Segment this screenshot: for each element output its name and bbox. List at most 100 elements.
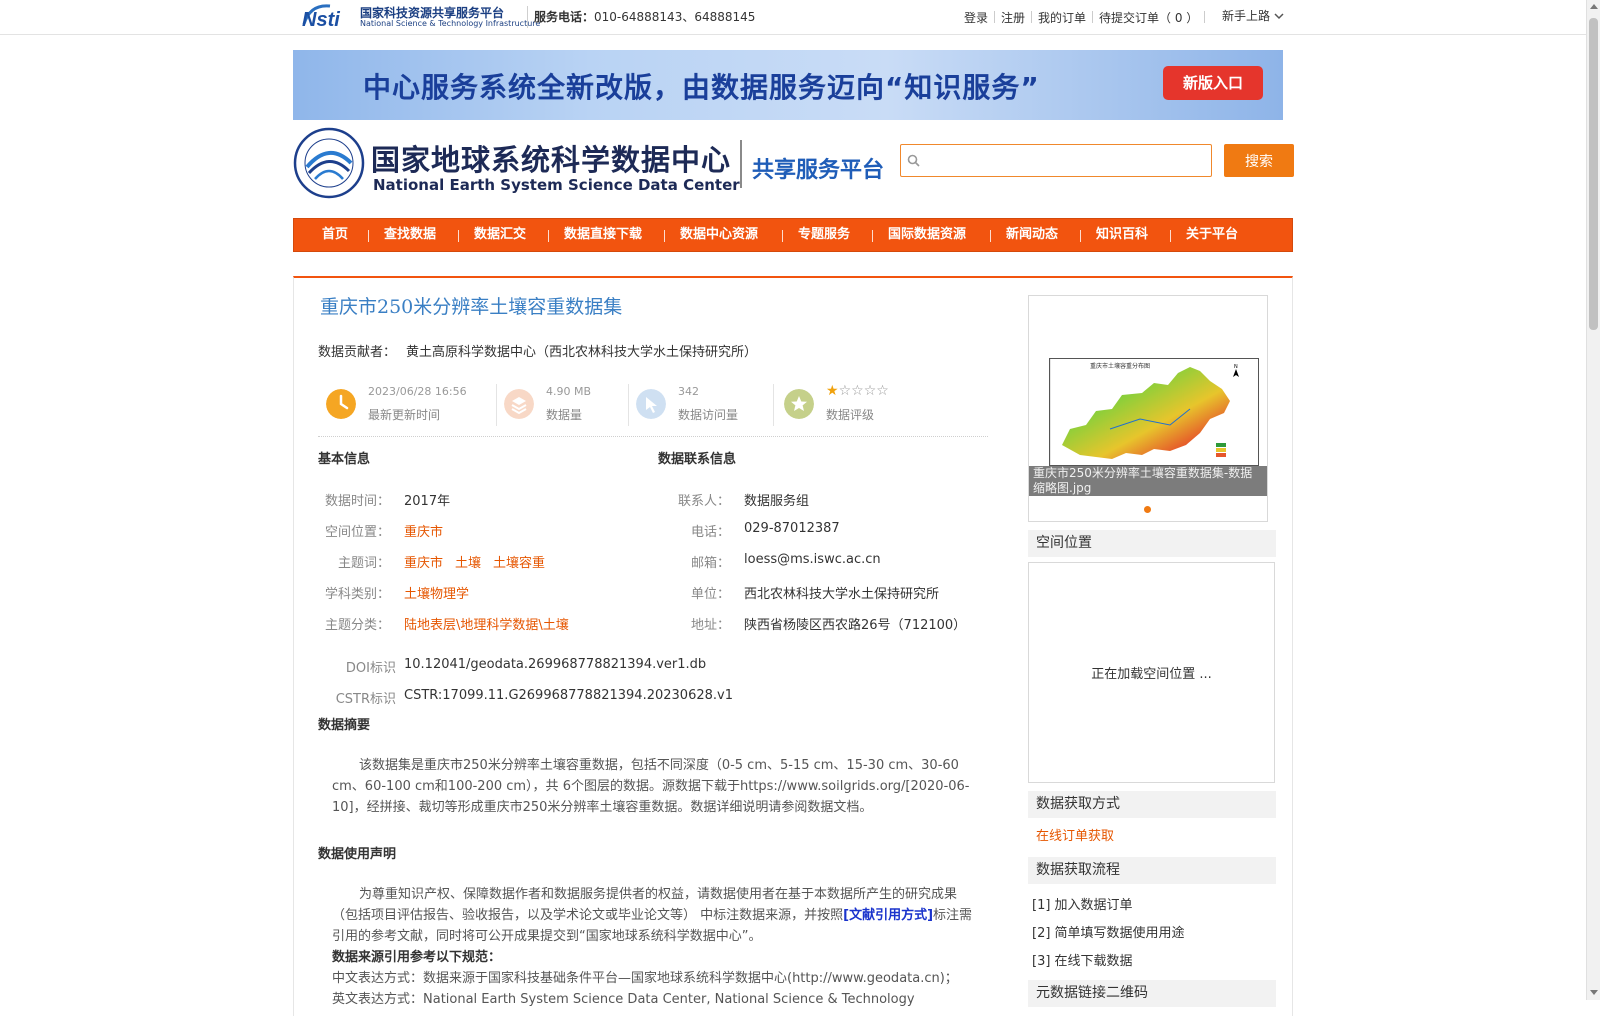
citation-format-link[interactable]: [文献引用方式] bbox=[843, 908, 933, 923]
nsti-logo-icon: Nsti bbox=[302, 4, 340, 30]
nav-divider bbox=[664, 230, 665, 242]
star-empty-icon: ☆ bbox=[863, 383, 877, 399]
scroll-down-arrow-icon[interactable] bbox=[1590, 990, 1598, 995]
carousel-dot[interactable] bbox=[1144, 506, 1151, 513]
subject-label: 学科类别： bbox=[324, 587, 390, 602]
main-nav: 首页 查找数据 数据汇交 数据直接下载 数据中心资源 专题服务 国际数据资源 新… bbox=[293, 218, 1293, 252]
qr-heading: 元数据链接二维码 bbox=[1028, 980, 1276, 1007]
keyword-link[interactable]: 土壤 bbox=[455, 556, 481, 571]
nsti-logo[interactable]: Nsti 国家科技资源共享服务平台 National Science & Tec… bbox=[300, 2, 540, 30]
category-link[interactable]: 陆地表层\地理科学数据\土壤 bbox=[404, 614, 569, 633]
phone-label: 服务电话： bbox=[534, 10, 595, 24]
nav-divider bbox=[1080, 230, 1081, 242]
keyword-link[interactable]: 土壤容重 bbox=[493, 556, 545, 571]
svg-text:Nsti: Nsti bbox=[302, 9, 340, 30]
nav-news[interactable]: 新闻动态 bbox=[1006, 219, 1058, 251]
stat-updated: 2023/06/28 16:56 最新更新时间 bbox=[318, 380, 488, 430]
page-scrollbar[interactable] bbox=[1586, 0, 1600, 1000]
beginner-guide-dropdown[interactable]: 新手上路 bbox=[1222, 7, 1284, 24]
basic-info-heading: 基本信息 bbox=[318, 452, 371, 467]
doi-value: 10.12041/geodata.269968778821394.ver1.db bbox=[404, 657, 707, 672]
stat-visits-label: 数据访问量 bbox=[678, 408, 739, 422]
tel-label: 电话： bbox=[690, 525, 730, 540]
spatial-heading: 空间位置 bbox=[1028, 530, 1276, 557]
email-label: 邮箱： bbox=[690, 556, 730, 571]
space-link[interactable]: 重庆市 bbox=[404, 521, 443, 540]
pending-orders-link[interactable]: 待提交订单（ 0 ） bbox=[1099, 11, 1198, 25]
process-step: [3] 在线下载数据 bbox=[1032, 954, 1133, 969]
star-empty-icon: ☆ bbox=[838, 383, 852, 399]
thumbnail-caption: 重庆市250米分辨率土壤容重数据集-数据缩略图.jpg bbox=[1029, 466, 1267, 496]
nav-topic-services[interactable]: 专题服务 bbox=[798, 219, 850, 251]
usage-text: 为尊重知识产权、保障数据作者和数据服务提供者的权益，请数据使用者在基于本数据所产… bbox=[332, 884, 980, 947]
register-link[interactable]: 注册 bbox=[1001, 11, 1025, 25]
process-heading: 数据获取流程 bbox=[1028, 857, 1276, 884]
nav-divider bbox=[368, 230, 369, 242]
search-box[interactable] bbox=[900, 144, 1212, 177]
stat-size-value: 4.90 MB bbox=[546, 385, 592, 398]
online-order-link[interactable]: 在线订单获取 bbox=[1036, 825, 1114, 844]
search-icon bbox=[907, 154, 920, 167]
contributor-value: 黄土高原科学数据中心（西北农林科技大学水土保持研究所） bbox=[406, 345, 758, 360]
keywords-list: 重庆市 土壤 土壤容重 bbox=[404, 552, 545, 571]
site-title-en: National Earth System Science Data Cente… bbox=[373, 176, 740, 194]
layers-icon bbox=[504, 389, 534, 419]
nav-find-data[interactable]: 查找数据 bbox=[384, 219, 436, 251]
process-step: [2] 简单填写数据使用用途 bbox=[1032, 926, 1185, 941]
nav-divider bbox=[458, 230, 459, 242]
top-bar: Nsti 国家科技资源共享服务平台 National Science & Tec… bbox=[0, 0, 1586, 35]
star-empty-icon: ☆ bbox=[876, 383, 889, 399]
beginner-guide-label: 新手上路 bbox=[1222, 9, 1271, 23]
star-empty-icon: ☆ bbox=[851, 383, 864, 399]
nav-about[interactable]: 关于平台 bbox=[1186, 219, 1238, 251]
chevron-down-icon bbox=[1274, 13, 1284, 20]
stat-rating-label: 数据评级 bbox=[826, 408, 875, 422]
nsti-title-en: National Science & Technology Infrastruc… bbox=[360, 19, 541, 28]
site-logo[interactable]: 国家地球系统科学数据中心 National Earth System Scien… bbox=[293, 127, 740, 199]
star-badge-icon bbox=[784, 389, 814, 419]
site-title-cn: 国家地球系统科学数据中心 bbox=[371, 143, 732, 177]
usage-heading: 数据使用声明 bbox=[318, 847, 397, 862]
nav-international-resources[interactable]: 国际数据资源 bbox=[888, 219, 966, 251]
source-cn: 中文表达方式：数据来源于国家科技基础条件平台—国家地球系统科学数据中心(http… bbox=[332, 971, 958, 986]
platform-title: 共享服务平台 bbox=[752, 158, 885, 183]
nav-divider bbox=[872, 230, 873, 242]
login-link[interactable]: 登录 bbox=[964, 11, 988, 25]
contributor-label: 数据贡献者： bbox=[318, 345, 397, 360]
nav-center-resources[interactable]: 数据中心资源 bbox=[680, 219, 758, 251]
nav-home[interactable]: 首页 bbox=[322, 219, 348, 251]
nav-data-submission[interactable]: 数据汇交 bbox=[474, 219, 526, 251]
scroll-thumb[interactable] bbox=[1589, 18, 1598, 330]
unit-value: 西北农林科技大学水土保持研究所 bbox=[744, 587, 940, 602]
promo-banner[interactable]: 中心服务系统全新改版，由数据服务迈向“知识服务” 新版入口 bbox=[293, 50, 1283, 120]
unit-label: 单位： bbox=[690, 587, 730, 602]
time-label: 数据时间： bbox=[324, 494, 390, 509]
link-divider bbox=[1031, 11, 1033, 23]
stat-updated-label: 最新更新时间 bbox=[368, 408, 441, 422]
access-heading: 数据获取方式 bbox=[1028, 791, 1276, 818]
spatial-map-box[interactable]: 正在加载空间位置 ... bbox=[1028, 562, 1275, 783]
keyword-link[interactable]: 重庆市 bbox=[404, 556, 443, 571]
nav-direct-download[interactable]: 数据直接下载 bbox=[564, 219, 642, 251]
abstract-heading: 数据摘要 bbox=[318, 718, 371, 733]
nav-divider bbox=[1170, 230, 1171, 242]
my-orders-link[interactable]: 我的订单 bbox=[1038, 11, 1086, 25]
address-label: 地址： bbox=[690, 618, 730, 633]
service-phone: 服务电话：010-64888143、64888145 bbox=[534, 8, 755, 25]
search-input[interactable] bbox=[925, 149, 1209, 173]
time-value: 2017年 bbox=[404, 494, 451, 509]
thumbnail-carousel[interactable]: 重庆市土壤容重分布图 N 重庆市250米分辨率土壤容重数据集-数据缩略图.jpg bbox=[1028, 295, 1268, 522]
new-version-button[interactable]: 新版入口 bbox=[1163, 66, 1263, 100]
nav-knowledge[interactable]: 知识百科 bbox=[1096, 219, 1148, 251]
stat-size-label: 数据量 bbox=[546, 408, 583, 422]
thumbnail-map: 重庆市土壤容重分布图 N bbox=[1049, 358, 1259, 466]
link-divider bbox=[1204, 11, 1206, 23]
dataset-stats: 2023/06/28 16:56 最新更新时间 4.90 MB 数据量 342 … bbox=[318, 380, 988, 437]
nav-divider bbox=[548, 230, 549, 242]
star-filled-icon: ★ bbox=[826, 383, 839, 399]
subject-link[interactable]: 土壤物理学 bbox=[404, 583, 469, 602]
contact-person-label: 联系人： bbox=[677, 494, 730, 509]
search-button[interactable]: 搜索 bbox=[1224, 144, 1294, 177]
scroll-up-arrow-icon[interactable] bbox=[1590, 4, 1598, 9]
abstract-text: 该数据集是重庆市250米分辨率土壤容重数据，包括不同深度（0-5 cm、5-15… bbox=[332, 758, 970, 815]
